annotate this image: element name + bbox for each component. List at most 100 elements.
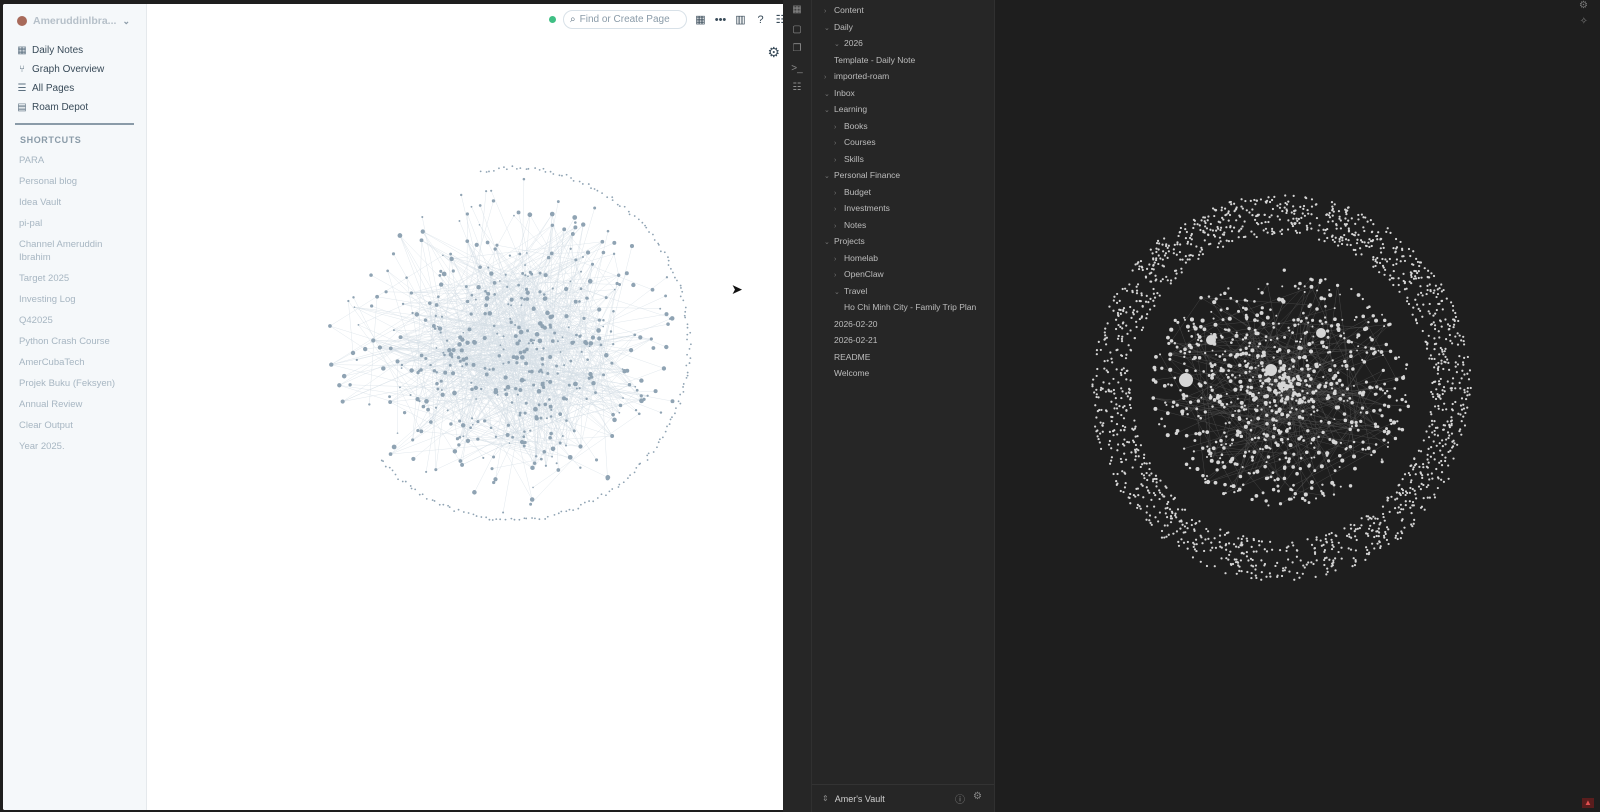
tree-item-label: Notes — [844, 219, 867, 230]
graph-node — [475, 398, 478, 400]
graph-node — [355, 358, 358, 362]
tree-item[interactable]: › Notes — [834, 217, 866, 233]
graph-node — [1263, 400, 1268, 405]
graph-node — [449, 422, 453, 426]
roam-graph-canvas[interactable] — [3, 4, 797, 810]
graph-node — [1245, 537, 1248, 540]
graph-node — [1278, 458, 1281, 461]
tree-item[interactable]: ⌄ Learning — [824, 101, 867, 117]
graph-node — [472, 340, 477, 345]
graph-node — [548, 354, 553, 359]
graph-node — [1222, 491, 1226, 496]
graph-node — [492, 480, 496, 485]
tree-item[interactable]: ⌄ Inbox — [824, 85, 855, 101]
graph-node — [391, 469, 394, 472]
graph-node — [1103, 359, 1106, 363]
graph-node — [1228, 379, 1233, 384]
graph-node — [549, 170, 552, 173]
graph-node — [1155, 247, 1158, 250]
tree-item[interactable]: › Content — [824, 2, 864, 18]
graph-node — [1155, 242, 1159, 245]
tree-item[interactable]: 2026-02-21 — [824, 332, 877, 348]
list-icon[interactable]: ☷ — [783, 78, 811, 98]
graph-node — [1254, 203, 1257, 206]
graph-node — [557, 512, 560, 515]
tree-item[interactable]: ⌄ Projects — [824, 233, 865, 249]
graph-node — [1290, 221, 1293, 224]
graph-node — [1348, 444, 1353, 449]
graph-node — [1286, 375, 1291, 380]
graph-node — [1251, 214, 1254, 217]
tree-item[interactable]: › Budget — [834, 184, 871, 200]
gear-icon[interactable]: ⚙ — [973, 791, 982, 806]
graph-node — [639, 378, 644, 383]
graph-node — [1240, 552, 1243, 555]
vault-switcher[interactable]: ⇕ Amer's Vault ⓘ ⚙ — [812, 784, 994, 812]
graph-node — [1240, 544, 1243, 547]
tree-item[interactable]: › Investments — [834, 200, 890, 216]
graph-node — [1213, 565, 1216, 568]
graph-node — [580, 270, 583, 273]
tree-item[interactable]: › Books — [834, 118, 868, 134]
graph-node — [1269, 575, 1272, 578]
vault-name: Amer's Vault — [834, 793, 885, 804]
graph-node — [1332, 545, 1335, 548]
graph-node — [1272, 356, 1275, 359]
graph-node — [1218, 355, 1222, 358]
graph-node — [1276, 561, 1279, 565]
graph-node — [1131, 269, 1134, 272]
graph-node — [1231, 438, 1235, 442]
graph-node — [1426, 473, 1430, 476]
graph-node — [469, 426, 472, 430]
graph-node — [1255, 313, 1260, 318]
tree-item[interactable]: ⌄ Travel — [834, 283, 867, 299]
graph-node — [1295, 471, 1299, 476]
tree-item[interactable]: Template - Daily Note — [834, 52, 915, 68]
graph-node — [1451, 402, 1454, 406]
graph-node — [1202, 231, 1205, 234]
graph-node — [1392, 283, 1395, 287]
graph-node — [1175, 403, 1179, 407]
tree-item[interactable]: › OpenClaw — [834, 266, 884, 282]
obsidian-graph-canvas[interactable] — [995, 0, 1600, 812]
tree-item[interactable]: › imported-roam — [824, 68, 889, 84]
tree-item[interactable]: › Homelab — [834, 250, 878, 266]
calendar-icon[interactable]: ▢ — [783, 20, 811, 40]
graph-node — [1338, 396, 1343, 401]
graph-node — [1358, 391, 1362, 395]
graph-node — [1259, 379, 1262, 383]
tree-item[interactable]: › Courses — [834, 134, 876, 150]
graph-node — [1246, 420, 1251, 425]
graph-node — [458, 220, 461, 222]
graph-node — [541, 371, 544, 374]
terminal-icon[interactable]: >_ — [783, 59, 811, 79]
graph-node — [1129, 305, 1132, 309]
graph-node — [473, 385, 478, 390]
graph-node — [1247, 559, 1250, 562]
copy-icon[interactable]: ❐ — [783, 39, 811, 59]
graph-node — [1167, 533, 1170, 536]
tree-item[interactable]: ⌄ Daily — [824, 19, 853, 35]
graph-node — [1139, 507, 1142, 510]
graph-node — [1241, 351, 1245, 356]
graph-node — [1193, 219, 1196, 222]
graph-node — [1112, 309, 1115, 312]
help-icon[interactable]: ⓘ — [955, 791, 965, 806]
graph-node — [451, 371, 456, 376]
tree-item[interactable]: › Skills — [834, 151, 864, 167]
tree-item[interactable]: ⌄ Personal Finance — [824, 167, 900, 183]
tree-item[interactable]: README — [824, 349, 870, 365]
graph-node — [1149, 308, 1152, 311]
graph-node — [460, 337, 465, 342]
tree-item[interactable]: Welcome — [824, 365, 869, 381]
tree-item[interactable]: ⌄ 2026 — [834, 35, 863, 51]
tree-item[interactable]: 2026-02-20 — [824, 316, 877, 332]
tree-item[interactable]: Ho Chi Minh City - Family Trip Plan — [844, 299, 976, 315]
graph-node — [1115, 407, 1119, 410]
graph-node — [1218, 541, 1221, 544]
graph-node — [1280, 412, 1285, 417]
grid-icon[interactable]: ▦ — [783, 0, 811, 20]
graph-node — [1412, 466, 1415, 469]
graph-node — [1397, 277, 1400, 280]
graph-node — [1278, 385, 1283, 390]
